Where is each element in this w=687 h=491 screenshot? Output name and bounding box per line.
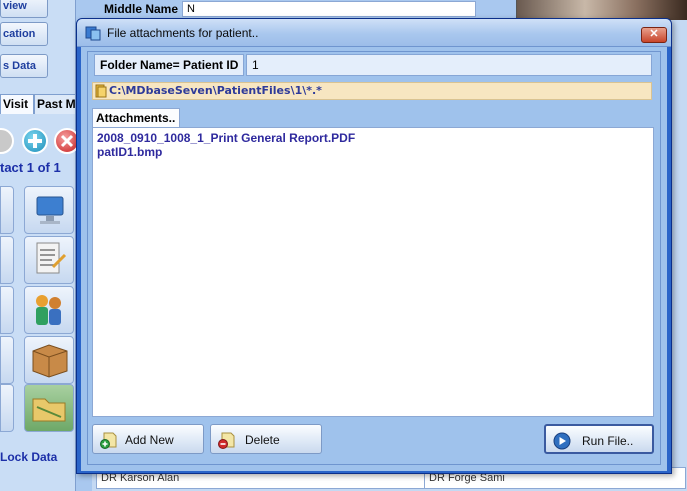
data-button[interactable]: s Data [0, 54, 48, 78]
side-icon-5[interactable] [0, 384, 14, 432]
side-icon-3[interactable] [0, 286, 14, 334]
attachments-list[interactable]: 2008_0910_1008_1_Print General Report.PD… [92, 127, 654, 417]
run-file-button[interactable]: Run File.. [544, 424, 654, 454]
list-item[interactable]: patID1.bmp [97, 145, 653, 159]
add-new-label: Add New [125, 433, 174, 447]
preview-button[interactable]: view [0, 0, 48, 18]
dialog-body: Folder Name= Patient ID 1 C:\MDbaseSeven… [81, 47, 667, 471]
file-attachments-dialog: File attachments for patient.. ✕ Folder … [76, 18, 672, 474]
side-icon-1[interactable] [0, 186, 14, 234]
folder-name-row: Folder Name= Patient ID 1 [94, 54, 652, 76]
tab-attachments[interactable]: Attachments.. [92, 108, 180, 128]
tab-visit[interactable]: Visit [0, 94, 34, 114]
side-icon-4[interactable] [0, 336, 14, 384]
folder-name-label: Folder Name= Patient ID [94, 54, 244, 76]
record-toolbar [0, 124, 80, 158]
dialog-titlebar[interactable]: File attachments for patient.. ✕ [77, 19, 671, 47]
delete-file-icon [217, 431, 237, 449]
side-icon-2[interactable] [0, 236, 14, 284]
add-circle-icon[interactable] [22, 128, 48, 154]
document-icon[interactable] [24, 236, 74, 284]
run-file-label: Run File.. [582, 434, 634, 448]
folder-icon [95, 84, 107, 98]
box-icon[interactable] [24, 336, 74, 384]
close-button[interactable]: ✕ [641, 27, 667, 43]
play-icon [552, 432, 572, 450]
dialog-title: File attachments for patient.. [107, 26, 259, 40]
add-file-icon [99, 431, 119, 449]
app-window-icon [85, 25, 101, 41]
patient-photo [516, 0, 687, 20]
patient-id-value: 1 [246, 54, 652, 76]
delete-button[interactable]: Delete [210, 424, 322, 454]
people-icon[interactable] [24, 286, 74, 334]
delete-label: Delete [245, 433, 280, 447]
monitor-icon[interactable] [24, 186, 74, 234]
list-item[interactable]: 2008_0910_1008_1_Print General Report.PD… [97, 131, 653, 145]
left-panel: view cation s Data Visit Past M tact 1 o… [0, 0, 80, 491]
contact-counter: tact 1 of 1 [0, 160, 61, 175]
location-button[interactable]: cation [0, 22, 48, 46]
folder-path-row: C:\MDbaseSeven\PatientFiles\1\*.* [92, 82, 652, 100]
lock-data-link[interactable]: Lock Data [0, 450, 62, 464]
dialog-content-frame: Folder Name= Patient ID 1 C:\MDbaseSeven… [87, 51, 661, 465]
middle-name-label: Middle Name [104, 2, 179, 16]
folder-path-text: C:\MDbaseSeven\PatientFiles\1\*.* [109, 84, 322, 97]
add-new-button[interactable]: Add New [92, 424, 204, 454]
tab-past[interactable]: Past M [34, 94, 76, 114]
folder-map-icon[interactable] [24, 384, 74, 432]
middle-name-input[interactable]: N [182, 1, 476, 17]
previous-icon[interactable] [0, 128, 14, 154]
visit-tabs: Visit Past M [0, 94, 76, 114]
